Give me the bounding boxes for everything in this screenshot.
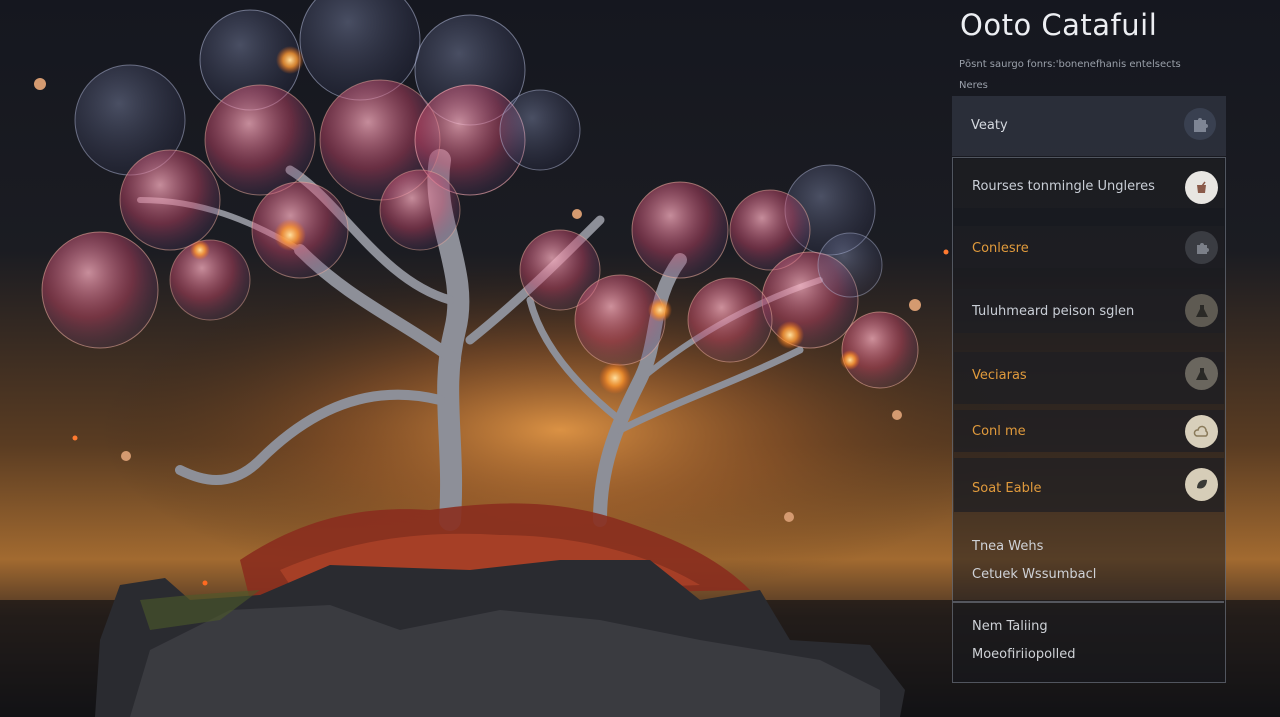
menu-row-veciaras[interactable]: Veciaras: [954, 352, 1224, 404]
menu-item-tnea-wehs[interactable]: Tnea Wehs: [972, 539, 1043, 554]
puzzle-icon[interactable]: [1184, 108, 1216, 140]
menu-row-conl-me[interactable]: Conl me: [954, 410, 1224, 452]
menu-row-soat-eable[interactable]: Soat Eable: [954, 458, 1224, 512]
puzzle-icon[interactable]: [1185, 231, 1218, 264]
flask-icon[interactable]: [1185, 294, 1218, 327]
menu-row-label: Conlesre: [972, 241, 1029, 256]
menu-row-label: Rourses tonmingle Ungleres: [972, 179, 1155, 194]
footer-item-nem-taliing[interactable]: Nem Taliing: [972, 619, 1048, 634]
menu-row-tuluhmeard[interactable]: Tuluhmeard peison sglen: [954, 289, 1224, 333]
top-card-label: Veaty: [971, 118, 1008, 133]
menu-row-label: Conl me: [972, 424, 1026, 439]
cup-icon[interactable]: [1185, 171, 1218, 204]
menu-row-label: Veciaras: [972, 368, 1027, 383]
leaf-icon[interactable]: [1185, 468, 1218, 501]
panel-subtitle: Pōsnt saurgo fonrs:'bonenefhanis entelse…: [959, 54, 1219, 96]
top-card[interactable]: Veaty: [952, 96, 1226, 156]
menu-row-label: Tuluhmeard peison sglen: [972, 304, 1135, 319]
panel-subtitle-line1: Pōsnt saurgo fonrs:'bonenefhanis entelse…: [959, 59, 1181, 70]
menu-row-rourses[interactable]: Rourses tonmingle Ungleres: [954, 159, 1224, 208]
menu-row-label: Soat Eable: [972, 481, 1042, 496]
cloud-icon[interactable]: [1185, 415, 1218, 448]
menu-item-cetuek[interactable]: Cetuek Wssumbacl: [972, 567, 1096, 582]
panel-subtitle-line2: Neres: [959, 80, 988, 91]
menu-list: Rourses tonmingle Ungleres Conlesre Tulu…: [952, 157, 1226, 683]
section-divider: [953, 601, 1224, 603]
panel-title: Ooto Catafuil: [960, 8, 1158, 42]
flask-icon[interactable]: [1185, 357, 1218, 390]
menu-row-conlesre[interactable]: Conlesre: [954, 226, 1224, 268]
footer-item-moeofiriio[interactable]: Moeofiriiopolled: [972, 647, 1076, 662]
